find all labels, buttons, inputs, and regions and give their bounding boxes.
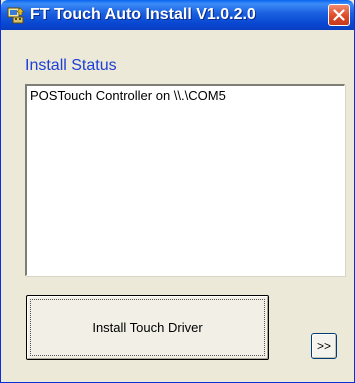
install-status-label: Install Status — [25, 57, 117, 74]
install-status-box[interactable]: POSTouch Controller on \\.\COM5 — [25, 84, 345, 276]
install-touch-driver-button[interactable]: Install Touch Driver — [26, 295, 269, 360]
more-options-button[interactable]: >> — [311, 333, 337, 359]
app-icon — [7, 6, 25, 24]
installer-window: FT Touch Auto Install V1.0.2.0 Install S… — [0, 0, 355, 383]
window-title: FT Touch Auto Install V1.0.2.0 — [30, 6, 256, 23]
close-button[interactable] — [328, 4, 350, 26]
status-line: POSTouch Controller on \\.\COM5 — [30, 88, 226, 103]
title-bar[interactable]: FT Touch Auto Install V1.0.2.0 — [1, 0, 354, 30]
install-touch-driver-label: Install Touch Driver — [92, 320, 203, 335]
close-icon — [333, 9, 345, 21]
